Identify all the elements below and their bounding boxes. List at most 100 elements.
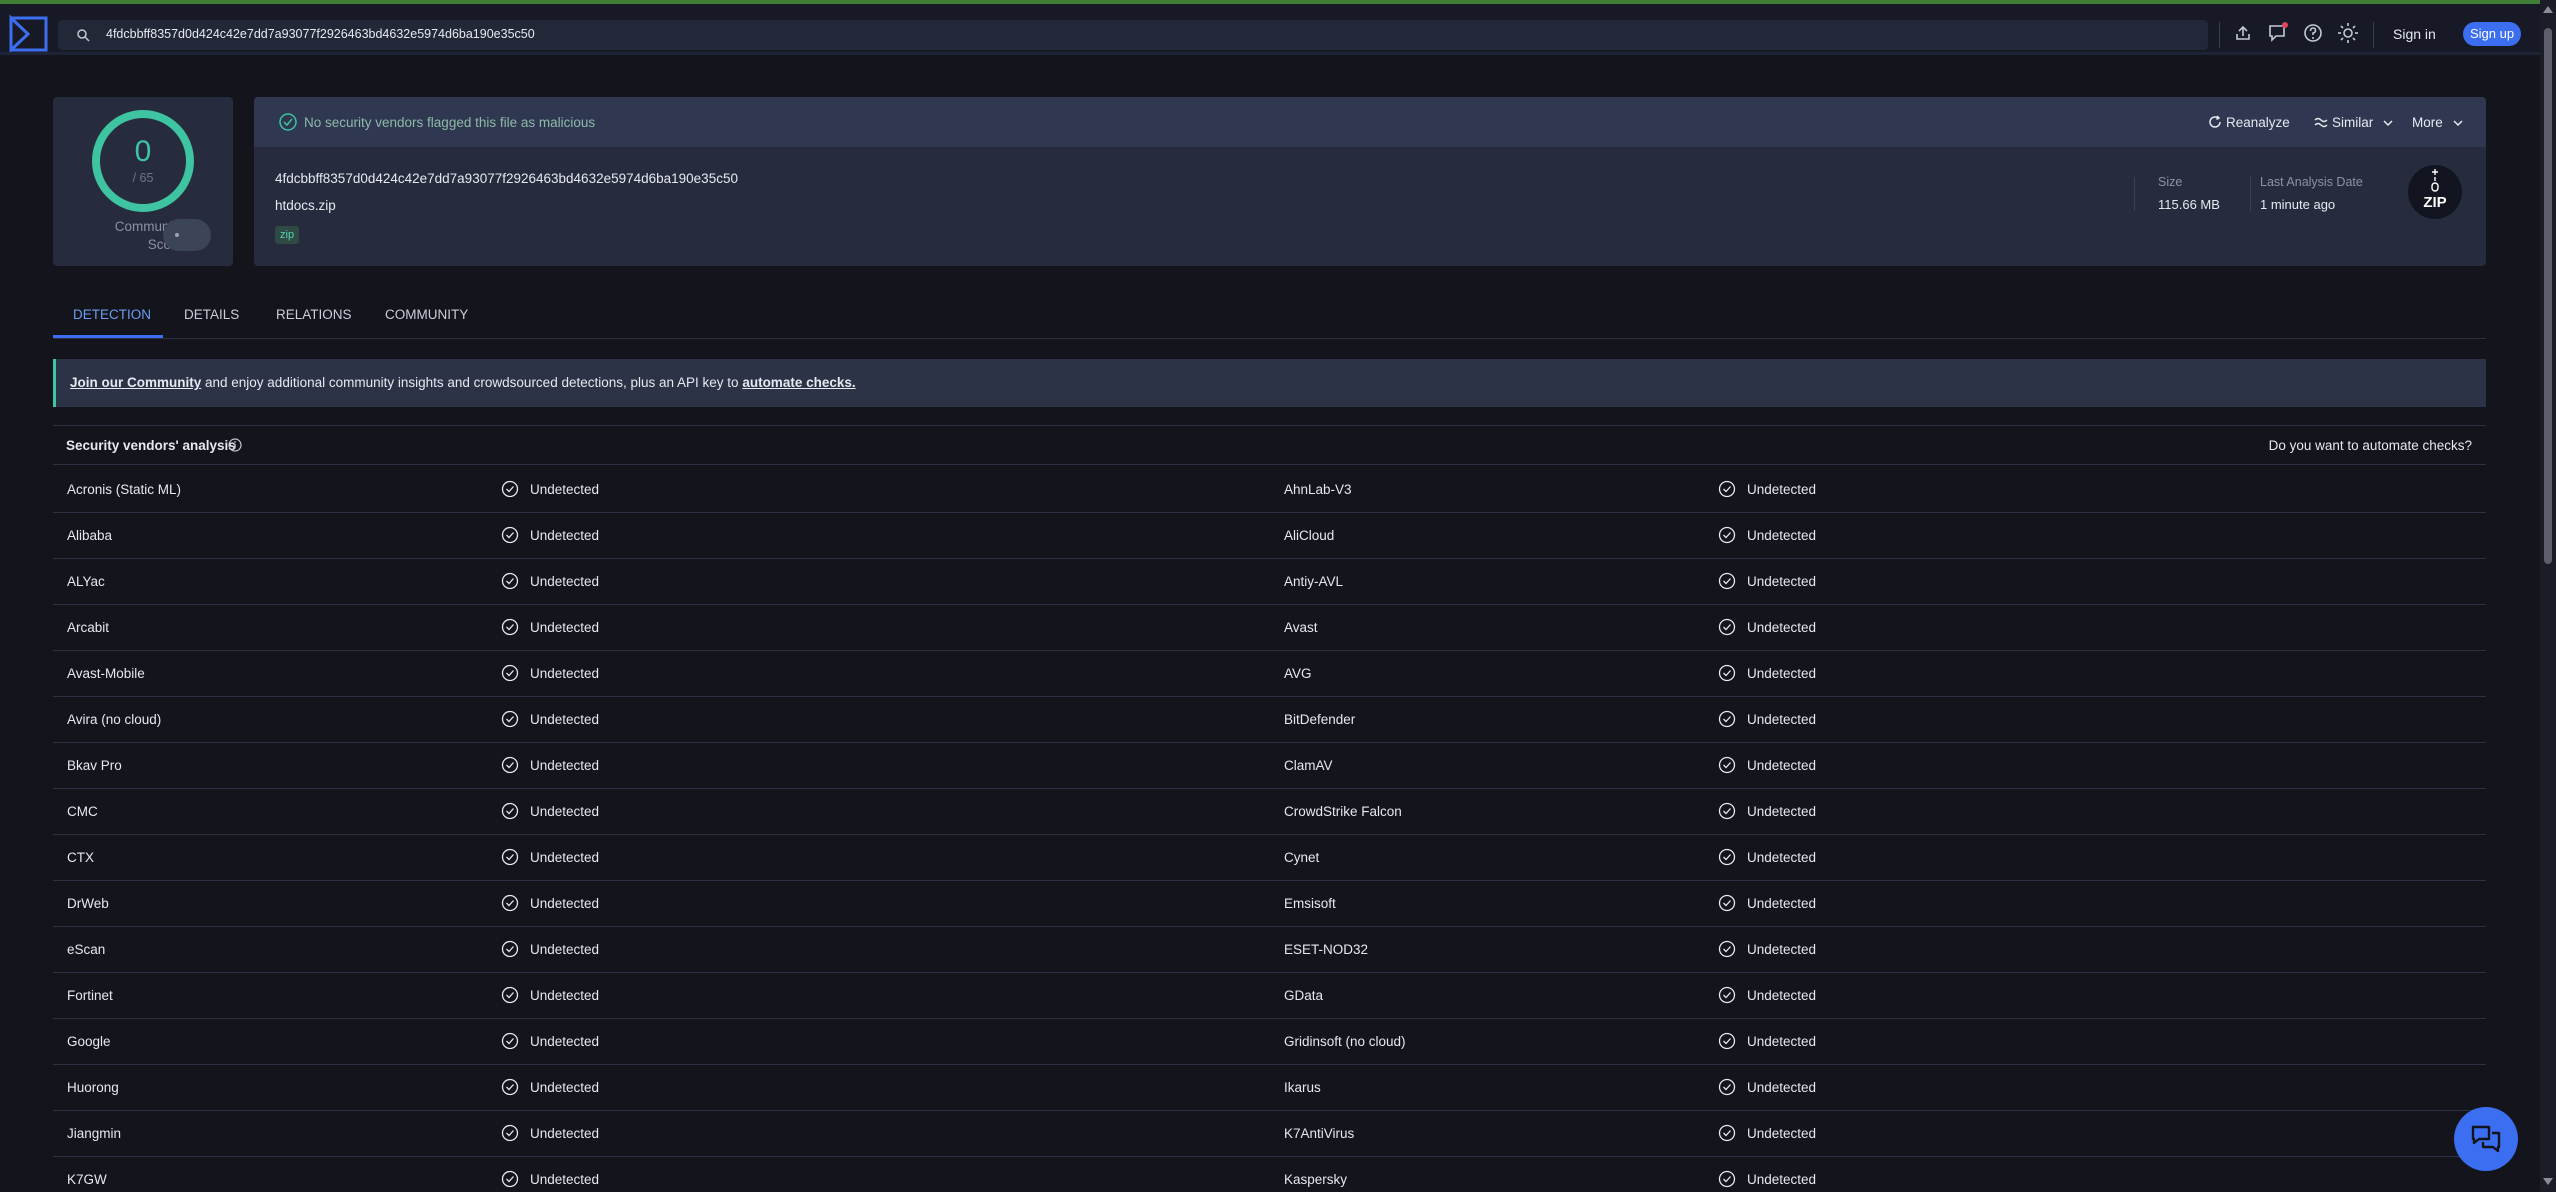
vendor-result: Undetected xyxy=(530,804,600,819)
vendor-name: Acronis (Static ML) xyxy=(67,482,182,497)
vendor-row: K7GW Undetected Kaspersky Undetected xyxy=(53,1157,2486,1192)
vendor-row: CMC Undetected CrowdStrike Falcon Undetecte… xyxy=(53,789,2486,835)
search-icon xyxy=(77,29,90,42)
reanalyze-label: Reanalyze xyxy=(2226,115,2290,130)
automate-checks-link[interactable]: automate checks. xyxy=(742,375,855,390)
detection-count: 0 xyxy=(134,135,152,168)
banner-text: Join our Community and enjoy additional … xyxy=(70,375,856,390)
vendors-analysis-title: Security vendors' analysis xyxy=(66,438,236,453)
vendor-result: Undetected xyxy=(1747,482,1817,497)
vendor-result: Undetected xyxy=(1747,942,1817,957)
page-scrollbar[interactable] xyxy=(2540,0,2556,1192)
check-circle-icon xyxy=(501,1032,519,1050)
vendor-result: Undetected xyxy=(530,528,600,543)
vendor-name: Cynet xyxy=(1284,850,1320,865)
last-analysis-label: Last Analysis Date xyxy=(2260,175,2363,189)
vendor-total: / 65 xyxy=(132,171,154,185)
vendor-name: eScan xyxy=(67,942,106,957)
vendor-name: Fortinet xyxy=(67,988,113,1003)
upload-icon[interactable] xyxy=(2232,22,2254,44)
vendor-name: GData xyxy=(1284,988,1324,1003)
vendor-result: Undetected xyxy=(530,850,600,865)
tab-relations[interactable]: RELATIONS xyxy=(276,307,352,322)
check-circle-icon xyxy=(501,848,519,866)
vendor-name: BitDefender xyxy=(1284,712,1356,727)
vendor-result: Undetected xyxy=(530,620,600,635)
virustotal-logo-icon[interactable] xyxy=(8,14,50,54)
last-analysis-value: 1 minute ago xyxy=(2260,197,2336,212)
vendor-name: Bkav Pro xyxy=(67,758,122,773)
vendor-result: Undetected xyxy=(530,942,600,957)
check-circle-icon xyxy=(501,894,519,912)
check-circle-icon xyxy=(501,664,519,682)
vendor-result: Undetected xyxy=(530,1126,600,1141)
tab-detection[interactable]: DETECTION xyxy=(73,307,151,322)
toolbar-divider xyxy=(2219,22,2220,48)
toggle-dot xyxy=(175,233,179,237)
scroll-down-arrow-icon[interactable] xyxy=(2543,1178,2553,1185)
signin-link[interactable]: Sign in xyxy=(2393,26,2436,42)
vendor-name: Avast-Mobile xyxy=(67,666,145,681)
check-circle-icon xyxy=(1718,940,1736,958)
vendor-name: Antiy-AVL xyxy=(1284,574,1344,589)
vendor-name: Arcabit xyxy=(67,620,110,635)
check-circle-icon xyxy=(1718,1170,1736,1188)
vendor-result: Undetected xyxy=(530,574,600,589)
chat-button[interactable] xyxy=(2454,1107,2518,1171)
vendor-result: Undetected xyxy=(530,988,600,1003)
vendor-result: Undetected xyxy=(530,758,600,773)
file-name: htdocs.zip xyxy=(275,198,336,213)
check-circle-icon xyxy=(501,986,519,1004)
vendor-row: DrWeb Undetected Emsisoft Undetected xyxy=(53,881,2486,927)
vendor-name: Alibaba xyxy=(67,528,113,543)
vendor-name: Avira (no cloud) xyxy=(67,712,162,727)
scroll-up-arrow-icon[interactable] xyxy=(2543,6,2553,13)
check-circle-icon xyxy=(501,1124,519,1142)
vendor-name: K7GW xyxy=(67,1172,107,1187)
chevron-down-icon xyxy=(2383,120,2393,127)
file-hash[interactable]: 4fdcbbff8357d0d424c42e7dd7a93077f2926463… xyxy=(275,171,738,186)
vendor-name: Huorong xyxy=(67,1080,119,1095)
check-circle-icon xyxy=(1718,986,1736,1004)
vendor-row: Avira (no cloud) Undetected BitDefender Und… xyxy=(53,697,2486,743)
search-value: 4fdcbbff8357d0d424c42e7dd7a93077f2926463… xyxy=(106,27,535,41)
check-circle-icon xyxy=(501,802,519,820)
vendor-result: Undetected xyxy=(530,666,600,681)
check-circle-icon xyxy=(279,113,297,131)
tab-community[interactable]: COMMUNITY xyxy=(385,307,468,322)
more-label: More xyxy=(2412,115,2443,130)
vendor-name: CrowdStrike Falcon xyxy=(1284,804,1402,819)
notifications-icon[interactable] xyxy=(2267,22,2289,44)
vendor-name: Jiangmin xyxy=(67,1126,122,1141)
tab-details[interactable]: DETAILS xyxy=(184,307,239,322)
vendor-name: AVG xyxy=(1284,666,1312,681)
verdict-status: No security vendors flagged this file as… xyxy=(304,115,596,130)
automate-checks-link[interactable]: Do you want to automate checks? xyxy=(2269,438,2472,453)
info-icon[interactable] xyxy=(228,438,242,452)
file-summary-panel: No security vendors flagged this file as… xyxy=(254,97,2486,266)
vendor-result: Undetected xyxy=(1747,666,1817,681)
vendor-result: Undetected xyxy=(1747,528,1817,543)
vendor-name: ALYac xyxy=(67,574,105,589)
vendor-row: CTX Undetected Cynet Undetected xyxy=(53,835,2486,881)
vendor-result: Undetected xyxy=(1747,1126,1817,1141)
help-icon[interactable] xyxy=(2302,22,2324,44)
vendor-row: Arcabit Undetected Avast Undetected xyxy=(53,605,2486,651)
vendor-result: Undetected xyxy=(530,482,600,497)
vendor-row: Acronis (Static ML) Undetected AhnLab-V3 Un… xyxy=(53,467,2486,513)
theme-icon[interactable] xyxy=(2337,22,2359,44)
vendor-result: Undetected xyxy=(1747,758,1817,773)
vendors-table: Acronis (Static ML) Undetected AhnLab-V3 Un… xyxy=(53,467,2486,1192)
toolbar-divider xyxy=(2373,22,2374,48)
check-circle-icon xyxy=(1718,572,1736,590)
search-input[interactable]: 4fdcbbff8357d0d424c42e7dd7a93077f2926463… xyxy=(58,20,2208,50)
vendor-name: AliCloud xyxy=(1284,528,1335,543)
join-community-link[interactable]: Join our Community xyxy=(70,375,201,390)
vendor-name: Avast xyxy=(1284,620,1318,635)
check-circle-icon xyxy=(1718,848,1736,866)
file-type-tag[interactable]: zip xyxy=(275,226,300,244)
scroll-thumb[interactable] xyxy=(2544,28,2552,564)
community-score-vote-toggle[interactable] xyxy=(163,219,211,251)
signup-button[interactable]: Sign up xyxy=(2463,22,2521,46)
check-circle-icon xyxy=(501,1170,519,1188)
